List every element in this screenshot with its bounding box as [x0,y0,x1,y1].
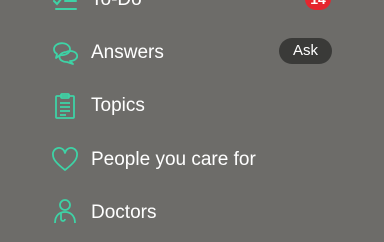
side-menu: To-Do 14 Answers Ask Topics [0,0,384,224]
menu-item-people-you-care-for[interactable]: People you care for [0,134,384,188]
doctor-icon [52,198,78,224]
menu-item-label: Topics [91,95,145,116]
checklist-icon [52,0,78,12]
ask-button[interactable]: Ask [279,38,332,64]
menu-item-doctors[interactable]: Doctors [0,188,384,242]
chat-bubbles-icon [52,40,78,66]
menu-item-label: People you care for [91,149,256,170]
menu-item-label: Doctors [91,202,157,223]
clipboard-icon [52,93,78,119]
menu-item-label: Answers [91,42,164,63]
menu-item-topics[interactable]: Topics [0,80,384,134]
menu-item-label: To-Do [91,0,142,11]
menu-item-todo[interactable]: To-Do 14 [0,0,384,27]
heart-icon [52,147,78,173]
todo-count-badge: 14 [305,0,331,10]
